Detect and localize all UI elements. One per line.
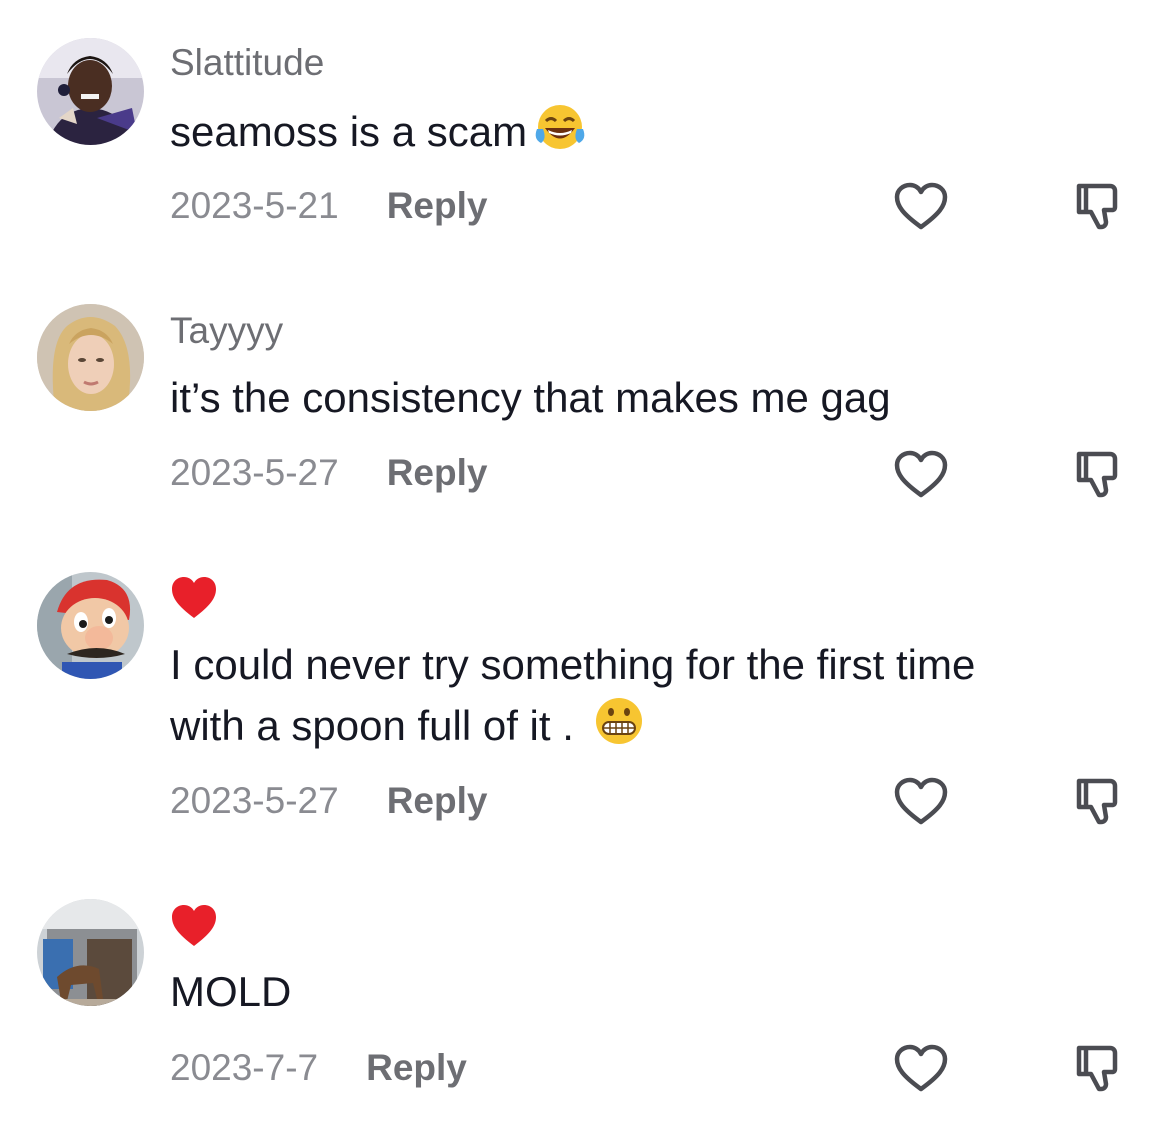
reply-button[interactable]: Reply bbox=[387, 780, 488, 821]
thumbs-down-icon bbox=[1076, 451, 1118, 498]
username[interactable]: Slattitude bbox=[170, 42, 324, 84]
comment-text-line: I could never try something for the firs… bbox=[170, 641, 976, 688]
dislike-button[interactable] bbox=[1074, 1044, 1122, 1092]
comment-text: it’s the consistency that makes me gag bbox=[170, 374, 891, 421]
like-button[interactable] bbox=[893, 777, 949, 827]
thumbs-down-icon bbox=[1076, 1045, 1118, 1092]
comment-date: 2023-5-27 bbox=[170, 780, 339, 821]
creator-liked-red-heart-icon bbox=[170, 904, 218, 953]
comment-text: seamoss is a scam bbox=[170, 101, 1130, 167]
like-button[interactable] bbox=[893, 450, 949, 500]
heart-outline-icon bbox=[894, 182, 948, 230]
dislike-button[interactable] bbox=[1074, 777, 1122, 825]
heart-outline-icon bbox=[894, 777, 948, 825]
thumbs-down-icon bbox=[1076, 778, 1118, 825]
laughing-tears-emoji-icon bbox=[533, 103, 587, 167]
creator-liked-red-heart-icon bbox=[170, 576, 218, 625]
comment-text-line2: with a spoon full of it . bbox=[170, 702, 574, 749]
dislike-button[interactable] bbox=[1074, 182, 1122, 230]
like-button[interactable] bbox=[893, 182, 949, 232]
comment-text-content: seamoss is a scam bbox=[170, 108, 528, 155]
heart-outline-icon bbox=[894, 1044, 948, 1092]
grimacing-emoji-icon bbox=[592, 696, 646, 762]
reply-button[interactable]: Reply bbox=[366, 1047, 467, 1088]
reply-button[interactable]: Reply bbox=[387, 452, 488, 493]
comment-date: 2023-7-7 bbox=[170, 1047, 319, 1088]
comment-date: 2023-5-21 bbox=[170, 185, 339, 226]
avatar[interactable] bbox=[37, 572, 144, 679]
avatar[interactable] bbox=[37, 38, 144, 145]
comment-text: I could never try something for the firs… bbox=[170, 634, 1130, 762]
reply-button[interactable]: Reply bbox=[387, 185, 488, 226]
comment-meta: 2023-5-27 Reply bbox=[170, 780, 487, 822]
username[interactable]: Tayyyy bbox=[170, 310, 283, 352]
avatar[interactable] bbox=[37, 899, 144, 1006]
comment-date: 2023-5-27 bbox=[170, 452, 339, 493]
comment-meta: 2023-5-27 Reply bbox=[170, 452, 487, 494]
comment-meta: 2023-5-21 Reply bbox=[170, 185, 487, 227]
dislike-button[interactable] bbox=[1074, 450, 1122, 498]
comment-meta: 2023-7-7 Reply bbox=[170, 1047, 467, 1089]
avatar[interactable] bbox=[37, 304, 144, 411]
thumbs-down-icon bbox=[1076, 183, 1118, 230]
heart-outline-icon bbox=[894, 450, 948, 498]
like-button[interactable] bbox=[893, 1044, 949, 1094]
comment-text-line: with a spoon full of it . bbox=[170, 695, 1130, 762]
comment-text: MOLD bbox=[170, 968, 292, 1015]
